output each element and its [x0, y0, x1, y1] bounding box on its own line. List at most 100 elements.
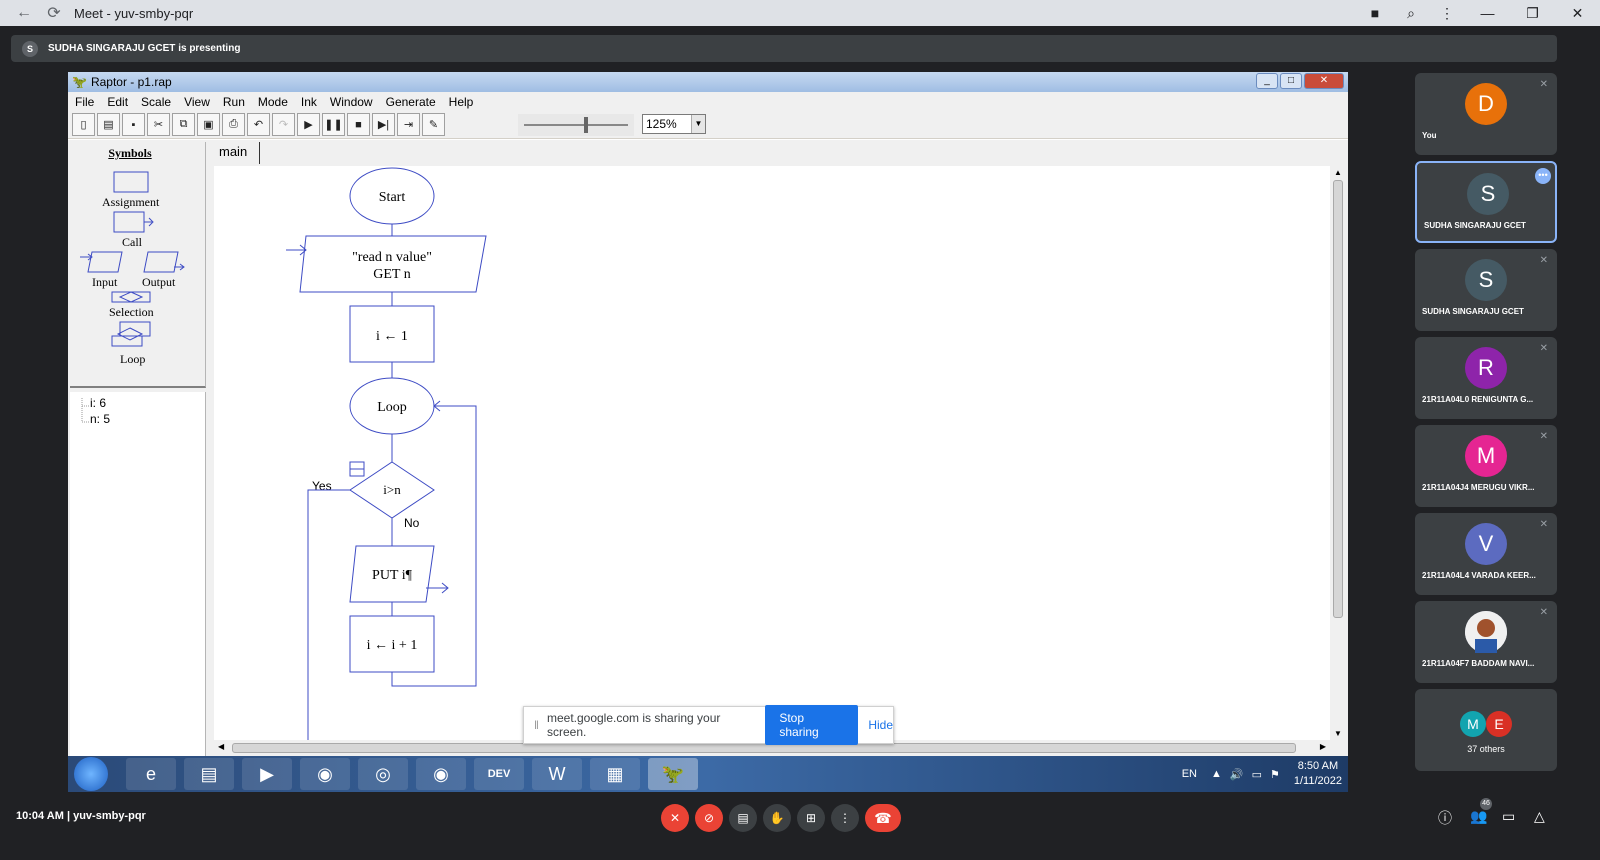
cut-icon[interactable]: ✂ — [147, 113, 170, 136]
vertical-scrollbar[interactable]: ▲ ▼ — [1330, 166, 1346, 740]
menu-view[interactable]: View — [184, 95, 210, 109]
chrome-icon[interactable]: ◉ — [300, 758, 350, 790]
chat-icon[interactable]: ▭ — [1502, 808, 1515, 825]
media-player-icon[interactable]: ▶ — [242, 758, 292, 790]
symbol-label-loop[interactable]: Loop — [120, 352, 145, 367]
hide-button[interactable]: Hide — [868, 718, 893, 732]
symbol-label-call[interactable]: Call — [122, 235, 142, 250]
volume-icon[interactable]: 🔊 — [1230, 768, 1244, 781]
participant-tile[interactable]: ✕ V 21R11A04L4 VARADA KEER... — [1415, 513, 1557, 595]
menu-window[interactable]: Window — [330, 95, 373, 109]
paste-icon[interactable]: ▣ — [197, 113, 220, 136]
raptor-maximize-button[interactable]: □ — [1280, 73, 1302, 89]
taskbar-clock[interactable]: 8:50 AM 1/11/2022 — [1294, 759, 1342, 789]
participant-tile[interactable]: ✕ 21R11A04F7 BADDAM NAVI... — [1415, 601, 1557, 683]
captions-button[interactable]: ▤ — [729, 804, 757, 832]
internet-explorer-icon[interactable]: e — [126, 758, 176, 790]
flowchart-canvas[interactable]: Start "read n value" GET n i ← 1 Loop i>… — [214, 166, 1330, 740]
speed-slider[interactable] — [518, 114, 634, 136]
camera-icon[interactable]: ■ — [1357, 5, 1393, 21]
menu-scale[interactable]: Scale — [141, 95, 171, 109]
scroll-down-icon[interactable]: ▼ — [1334, 729, 1342, 738]
stop-sharing-button[interactable]: Stop sharing — [765, 705, 859, 745]
undo-icon[interactable]: ↶ — [247, 113, 270, 136]
meeting-info: 10:04 AM | yuv-smby-pqr — [16, 810, 146, 822]
tabbar: main — [212, 142, 1348, 164]
menu-icon[interactable]: ⋮ — [1429, 5, 1465, 22]
mic-toggle-button[interactable]: ✕ — [661, 804, 689, 832]
close-button[interactable]: ✕ — [1555, 5, 1600, 22]
participant-tile[interactable]: ✕ D You — [1415, 73, 1557, 155]
call-symbol — [113, 211, 145, 233]
participant-tile[interactable]: ••• S SUDHA SINGARAJU GCET — [1415, 161, 1557, 243]
horizontal-scroll-thumb[interactable] — [232, 743, 1296, 753]
shared-screen: 🦖 Raptor - p1.rap _ □ ✕ File Edit Scale … — [68, 72, 1348, 792]
drag-handle-icon[interactable]: ‖ — [534, 718, 539, 732]
symbol-label-input[interactable]: Input — [92, 275, 117, 290]
windows-start-icon[interactable] — [74, 757, 108, 791]
tab-main[interactable]: main — [214, 142, 260, 164]
menu-mode[interactable]: Mode — [258, 95, 288, 109]
word-icon[interactable]: W — [532, 758, 582, 790]
people-icon[interactable]: 👥 — [1470, 808, 1487, 825]
action-center-icon[interactable]: ⚑ — [1270, 768, 1280, 781]
new-file-icon[interactable]: ▯ — [72, 113, 95, 136]
symbol-label-selection[interactable]: Selection — [109, 305, 154, 320]
activities-icon[interactable]: △ — [1534, 808, 1545, 825]
network-icon[interactable]: ▭ — [1252, 768, 1262, 781]
raptor-minimize-button[interactable]: _ — [1256, 73, 1278, 89]
chrome-profile-icon[interactable]: ◉ — [416, 758, 466, 790]
scroll-left-icon[interactable]: ◀ — [218, 742, 224, 751]
menu-run[interactable]: Run — [223, 95, 245, 109]
present-button[interactable]: ⊞ — [797, 804, 825, 832]
step-into-icon[interactable]: ⇥ — [397, 113, 420, 136]
symbol-label-assignment[interactable]: Assignment — [102, 195, 159, 210]
firefox-icon[interactable]: ◎ — [358, 758, 408, 790]
slider-thumb[interactable] — [584, 117, 588, 133]
mic-off-icon: ✕ — [1539, 519, 1548, 530]
raptor-close-button[interactable]: ✕ — [1304, 73, 1344, 89]
vertical-scroll-thumb[interactable] — [1333, 180, 1343, 618]
print-icon[interactable]: ⎙ — [222, 113, 245, 136]
pen-icon[interactable]: ✎ — [422, 113, 445, 136]
symbol-label-output[interactable]: Output — [142, 275, 175, 290]
file-explorer-icon[interactable]: ▤ — [184, 758, 234, 790]
zoom-select[interactable]: 125% ▼ — [642, 114, 706, 134]
menu-generate[interactable]: Generate — [386, 95, 436, 109]
participant-tile[interactable]: ✕ R 21R11A04L0 RENIGUNTA G... — [1415, 337, 1557, 419]
open-folder-icon[interactable]: ▤ — [97, 113, 120, 136]
scroll-right-icon[interactable]: ▶ — [1320, 742, 1326, 751]
participant-tile[interactable]: ✕ M 21R11A04J4 MERUGU VIKR... — [1415, 425, 1557, 507]
others-tile[interactable]: M E 37 others — [1415, 689, 1557, 771]
redo-icon[interactable]: ↷ — [272, 113, 295, 136]
back-icon[interactable]: ← — [12, 1, 36, 25]
menu-edit[interactable]: Edit — [107, 95, 128, 109]
play-icon[interactable]: ▶ — [297, 113, 320, 136]
leave-call-button[interactable]: ☎ — [865, 804, 901, 832]
menu-ink[interactable]: Ink — [301, 95, 317, 109]
stop-icon[interactable]: ■ — [347, 113, 370, 136]
dev-cpp-icon[interactable]: DEV — [474, 758, 524, 790]
language-indicator[interactable]: EN — [1182, 768, 1197, 780]
raise-hand-button[interactable]: ✋ — [763, 804, 791, 832]
chevron-down-icon[interactable]: ▼ — [691, 115, 705, 133]
participant-tile[interactable]: ✕ S SUDHA SINGARAJU GCET — [1415, 249, 1557, 331]
tray-expand-icon[interactable]: ▲ — [1211, 768, 1222, 780]
menu-help[interactable]: Help — [449, 95, 474, 109]
zoom-icon[interactable]: ⌕ — [1393, 5, 1429, 22]
meeting-details-icon[interactable]: ⓘ — [1438, 808, 1452, 828]
menu-file[interactable]: File — [75, 95, 94, 109]
more-options-button[interactable]: ⋮ — [831, 804, 859, 832]
scroll-up-icon[interactable]: ▲ — [1334, 168, 1342, 177]
camera-toggle-button[interactable]: ⊘ — [695, 804, 723, 832]
save-icon[interactable]: ▪ — [122, 113, 145, 136]
raptor-task-icon[interactable]: 🦖 — [648, 758, 698, 790]
maximize-button[interactable]: ❐ — [1510, 5, 1555, 22]
minimize-button[interactable]: — — [1465, 5, 1510, 21]
presentation-icon[interactable]: ▦ — [590, 758, 640, 790]
more-options-icon[interactable]: ••• — [1535, 168, 1551, 184]
reload-icon[interactable]: ⟳ — [42, 1, 66, 25]
step-icon[interactable]: ▶| — [372, 113, 395, 136]
copy-icon[interactable]: ⧉ — [172, 113, 195, 136]
pause-icon[interactable]: ❚❚ — [322, 113, 345, 136]
